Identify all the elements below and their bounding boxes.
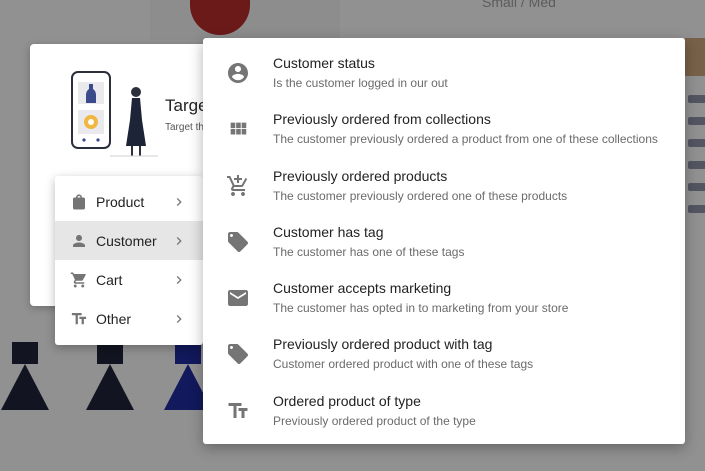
modal-title: Targe [165,96,208,115]
condition-title: Previously ordered from collections [273,111,491,128]
condition-title: Previously ordered products [273,167,448,184]
chevron-right-icon [171,233,187,249]
chevron-right-icon [171,272,187,288]
person-icon [69,231,89,251]
category-item-label: Other [96,310,132,327]
condition-description: Customer ordered product with one of the… [273,357,534,372]
add-to-cart-icon [225,173,251,199]
category-item-product[interactable]: Product [55,182,203,221]
category-item-label: Cart [96,271,123,288]
tag-icon [225,229,251,255]
modal-subtitle: Target th [165,122,204,133]
condition-description: The customer previously ordered a produc… [273,132,658,147]
condition-ordered-product-with-tag[interactable]: Previously ordered product with tag Cust… [203,330,685,386]
condition-customer-has-tag[interactable]: Customer has tag The customer has one of… [203,218,685,274]
condition-title: Previously ordered product with tag [273,336,493,353]
category-item-other[interactable]: Other [55,299,203,338]
cart-icon [69,270,89,290]
condition-description: The customer has opted in to marketing f… [273,301,569,316]
grid-icon [225,116,251,142]
condition-title: Customer has tag [273,223,384,240]
condition-description: The customer previously ordered one of t… [273,188,568,203]
phone-illustration [70,68,160,158]
account-circle-icon [225,60,251,86]
condition-title: Customer accepts marketing [273,280,452,297]
condition-menu: Customer status Is the customer logged i… [203,38,685,444]
category-menu: Product Customer Cart Other [55,176,203,345]
tag-icon [225,341,251,367]
condition-customer-status[interactable]: Customer status Is the customer logged i… [203,49,685,105]
condition-title: Customer status [273,55,375,71]
shopping-bag-icon [69,192,89,212]
chevron-right-icon [171,311,187,327]
category-item-customer[interactable]: Customer [55,221,203,260]
condition-ordered-products[interactable]: Previously ordered products The customer… [203,162,685,218]
condition-description: The customer has one of these tags [273,244,465,259]
category-item-label: Customer [96,232,157,249]
text-format-icon [69,309,89,329]
condition-title: Ordered product of type [273,392,421,409]
condition-description: Is the customer logged in our out [273,76,448,90]
condition-ordered-from-collections[interactable]: Previously ordered from collections The … [203,105,685,161]
category-item-cart[interactable]: Cart [55,260,203,299]
category-item-label: Product [96,193,145,210]
condition-description: Previously ordered product of the type [273,413,476,428]
condition-ordered-product-of-type[interactable]: Ordered product of type Previously order… [203,387,685,443]
chevron-right-icon [171,194,187,210]
mail-icon [225,285,251,311]
text-format-icon [225,398,251,424]
condition-accepts-marketing[interactable]: Customer accepts marketing The customer … [203,274,685,330]
